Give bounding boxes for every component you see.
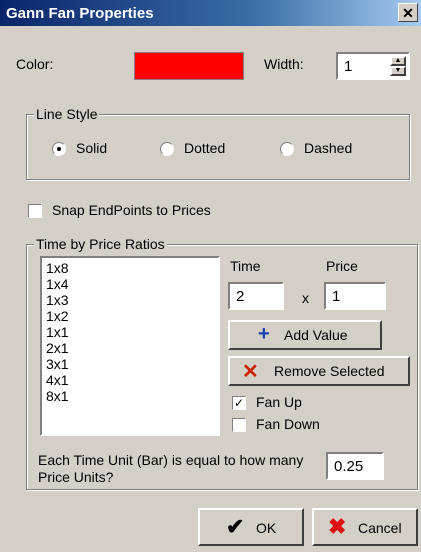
time-input[interactable]: 2 — [228, 282, 284, 310]
width-label: Width: — [264, 56, 304, 72]
fan-up-checkbox[interactable]: ✓ — [232, 396, 246, 410]
ratio-listbox[interactable]: 1x8 1x4 1x3 1x2 1x1 2x1 3x1 4x1 8x1 — [40, 256, 220, 436]
fan-down-checkbox[interactable] — [232, 418, 246, 432]
spin-up-button[interactable]: ▲ — [390, 56, 406, 66]
list-item[interactable]: 4x1 — [46, 372, 218, 388]
line-style-legend: Line Style — [34, 106, 100, 122]
remove-selected-label: Remove Selected — [274, 363, 385, 379]
close-button[interactable]: ✕ — [398, 3, 418, 22]
list-item[interactable]: 2x1 — [46, 340, 218, 356]
cancel-x-icon: ✖ — [328, 514, 347, 539]
solid-label: Solid — [76, 140, 108, 156]
title-bar: Gann Fan Properties ✕ — [0, 0, 421, 26]
fan-down-label: Fan Down — [256, 416, 320, 432]
snap-checkbox[interactable] — [28, 204, 42, 218]
list-item[interactable]: 1x4 — [46, 276, 218, 292]
list-item[interactable]: 1x1 — [46, 324, 218, 340]
close-icon: ✕ — [402, 5, 414, 21]
add-value-button[interactable]: + Add Value — [228, 320, 382, 350]
snap-label: Snap EndPoints to Prices — [52, 202, 211, 218]
list-item[interactable]: 8x1 — [46, 388, 218, 404]
ratio-list: 1x8 1x4 1x3 1x2 1x1 2x1 3x1 4x1 8x1 — [42, 258, 218, 404]
ok-label: OK — [256, 520, 277, 536]
time-label: Time — [230, 258, 261, 274]
cancel-button[interactable]: ✖ Cancel — [312, 508, 418, 546]
list-item[interactable]: 1x2 — [46, 308, 218, 324]
solid-radio[interactable] — [52, 142, 66, 156]
dotted-label: Dotted — [184, 140, 226, 156]
fan-up-label: Fan Up — [256, 394, 302, 410]
checkmark-icon: ✓ — [233, 396, 245, 410]
ratios-legend: Time by Price Ratios — [34, 236, 167, 252]
plus-icon: + — [258, 323, 270, 345]
unit-value: 0.25 — [334, 458, 364, 475]
spin-down-button[interactable]: ▼ — [390, 66, 406, 76]
price-input[interactable]: 1 — [324, 282, 386, 310]
list-item[interactable]: 1x8 — [46, 260, 218, 276]
window-title: Gann Fan Properties — [6, 5, 154, 22]
remove-selected-button[interactable]: ✕ Remove Selected — [228, 356, 410, 386]
unit-input[interactable]: 0.25 — [326, 452, 384, 480]
cancel-label: Cancel — [358, 520, 402, 536]
price-value: 1 — [332, 288, 341, 305]
dashed-label: Dashed — [304, 140, 353, 156]
color-label: Color: — [16, 56, 54, 72]
price-label: Price — [326, 258, 358, 274]
dashed-radio[interactable] — [280, 142, 294, 156]
unit-label: Each Time Unit (Bar) is equal to how man… — [38, 452, 304, 485]
time-value: 2 — [236, 288, 245, 305]
width-spinner[interactable]: 1 ▲ ▼ — [336, 52, 410, 80]
list-item[interactable]: 3x1 — [46, 356, 218, 372]
width-value: 1 — [344, 58, 353, 75]
color-swatch[interactable] — [134, 52, 244, 80]
ok-button[interactable]: ✔ OK — [198, 508, 304, 546]
dotted-radio[interactable] — [160, 142, 174, 156]
list-item[interactable]: 1x3 — [46, 292, 218, 308]
add-value-label: Add Value — [284, 327, 348, 343]
remove-x-icon: ✕ — [242, 361, 259, 383]
ok-check-icon: ✔ — [226, 514, 245, 539]
times-separator: x — [302, 290, 309, 306]
